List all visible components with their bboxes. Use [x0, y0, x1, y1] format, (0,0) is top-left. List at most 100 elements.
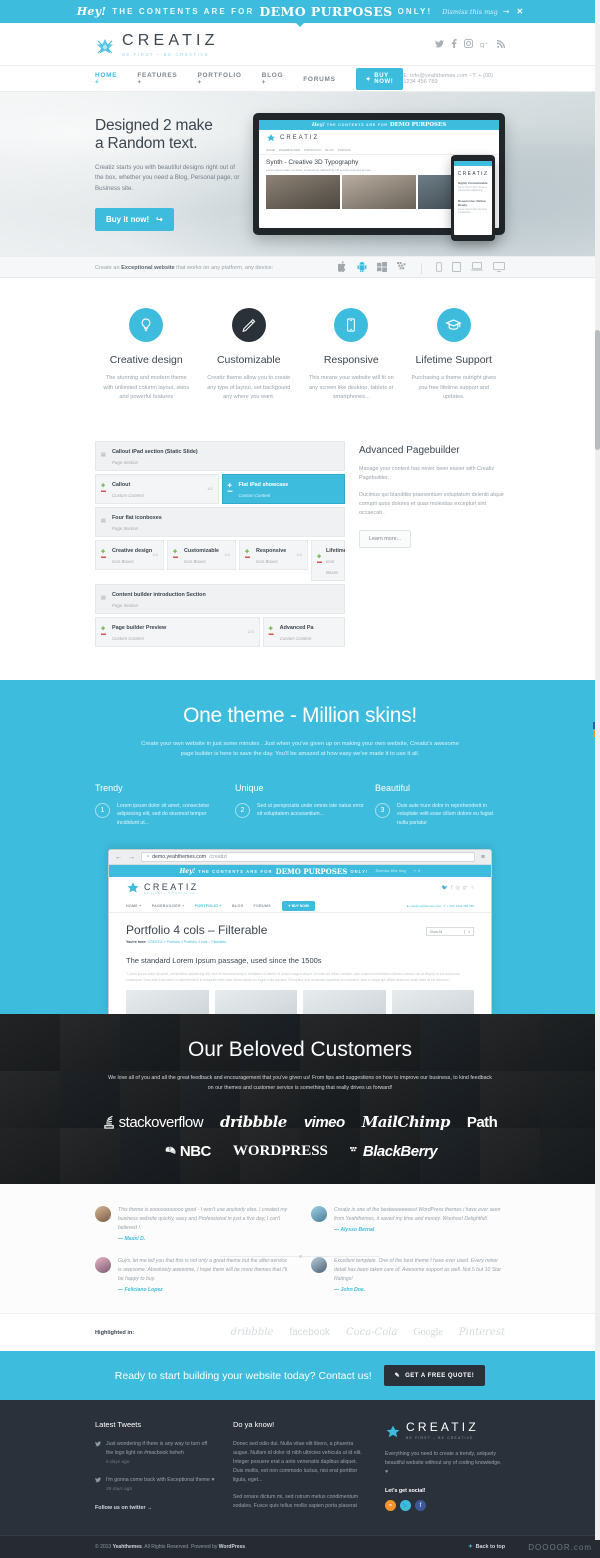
url-domain: demo.yeahthemes.com — [152, 854, 206, 860]
rss-icon[interactable]: ≈ — [471, 885, 474, 891]
testimonial-text: Excellent template. One of the best them… — [334, 1257, 505, 1284]
mock-nav-portfolio[interactable]: PORTFOLIO + — [190, 904, 227, 908]
site-logo[interactable]: CREATIZ BE FIRST – BE CREATIVE — [95, 33, 219, 57]
facebook-glyph: f — [420, 1503, 422, 1509]
skins-section: One theme - Million skins! Create your o… — [0, 680, 600, 1015]
pagebuilder-row[interactable]: ✚▬ Page builder PreviewCustom Content 2/… — [95, 617, 260, 647]
apple-icon — [338, 261, 347, 275]
hl-brand-facebook: facebook — [289, 1327, 330, 1338]
copyright-brand[interactable]: Yeahthemes — [113, 1544, 142, 1550]
mock-breadcrumb-path[interactable]: CREATIZ » Portfolio » Portfolio 4 cols –… — [148, 940, 227, 944]
highlighted-in-section: Highlighted in: dribbble facebook Coca-C… — [0, 1313, 600, 1351]
facebook-icon[interactable]: f — [451, 885, 452, 891]
ipad-header: CREATIZ — [259, 130, 499, 146]
mock-nav-blog[interactable]: BLOG — [227, 904, 249, 908]
mock-thumb[interactable] — [126, 990, 209, 1014]
mock-thumb[interactable] — [392, 990, 475, 1014]
facebook-icon[interactable] — [451, 39, 457, 50]
learn-more-button[interactable]: Learn more... — [359, 530, 411, 548]
browser-url-bar[interactable]: ◔ demo.yeahthemes.com/creatiz/ — [141, 852, 475, 862]
instagram-icon[interactable] — [464, 39, 473, 50]
testimonial-author[interactable]: — Maxxi D. — [118, 1236, 289, 1242]
hero-buy-button[interactable]: Buy it now! ↪ — [95, 208, 174, 231]
back-to-top-link[interactable]: ✦ Back to top — [468, 1544, 505, 1550]
testimonial-row: This theme is sooooooooooo good - I won'… — [95, 1206, 505, 1242]
ipad-thumb — [342, 175, 416, 209]
get-quote-button[interactable]: ✎ GET A FREE QUOTE! — [384, 1365, 486, 1386]
nav-item-forums[interactable]: FORUMS — [293, 76, 345, 83]
page-scrollbar-track[interactable] — [595, 0, 600, 1540]
pagebuilder-row[interactable]: ▤ Content builder introduction SectionPa… — [95, 584, 345, 614]
page-scrollbar-thumb[interactable] — [595, 330, 600, 450]
feature-title: Responsive — [307, 354, 396, 366]
google-plus-icon[interactable]: g⁺ — [480, 40, 490, 50]
brand-name: CREATIZ — [122, 33, 219, 49]
follow-twitter-link[interactable]: Follow us on twitter → — [95, 1505, 215, 1511]
pagebuilder-row-active[interactable]: ✚▬ Flat iPad showcaseCustom Content — [222, 474, 346, 504]
facebook-icon[interactable]: f — [415, 1500, 426, 1511]
testimonial-item: Creatiz is one of the besteeeeeeeest Wor… — [311, 1206, 505, 1242]
testimonial-author[interactable]: — John Doe. — [334, 1287, 505, 1293]
pagebuilder-row[interactable]: ✚▬ CalloutCustom Content 1/3 — [95, 474, 219, 504]
pagebuilder-row[interactable]: ▤ Four flat iconboxesPage Section — [95, 507, 345, 537]
customers-heading: Our Beloved Customers — [95, 1038, 505, 1062]
hamburger-menu-icon[interactable]: ≡ — [481, 854, 485, 861]
pagebuilder-row[interactable]: ▤ Callout iPad section (Static Slide)Pag… — [95, 441, 345, 471]
hl-brand-cocacola: Coca-Cola — [346, 1327, 397, 1338]
hero-title-line1: Designed 2 make — [95, 117, 213, 134]
mock-filter-select[interactable]: Show All ▾ — [426, 927, 474, 936]
hero-copy: Designed 2 make a Random text. Creatiz s… — [95, 117, 245, 232]
move-icon: ▤ — [101, 596, 108, 601]
cta-text: Ready to start building your website tod… — [115, 1370, 372, 1382]
brand-mailchimp: MailChimp — [362, 1113, 450, 1131]
twitter-icon[interactable] — [435, 40, 444, 50]
add-remove-icon: ✚▬ — [101, 627, 108, 637]
mock-buy-now-button[interactable]: ✦ BUY NOW! — [282, 901, 315, 911]
copyright-wordpress[interactable]: WordPress — [219, 1544, 245, 1550]
dismiss-message-link[interactable]: Dismiss this msg — [442, 8, 498, 16]
footer-know-column: Do ya know! Donec sed odio dui. Nulla vi… — [233, 1420, 367, 1519]
google-plus-icon[interactable]: g⁺ — [463, 885, 468, 891]
nav-label-features: FEATURES — [137, 72, 177, 79]
ipad-demo-hey: Hey! — [312, 122, 325, 128]
pb-row-sub: Icon Boxes — [184, 559, 206, 564]
mock-thumb[interactable] — [215, 990, 298, 1014]
iphone-logo-text: CREATIZ — [454, 166, 492, 180]
rss-icon[interactable]: ≈ — [385, 1500, 396, 1511]
svg-text:g⁺: g⁺ — [480, 40, 488, 48]
testimonial-author[interactable]: — Alysso Bernal — [334, 1227, 505, 1233]
mock-nav-pagebuilder[interactable]: PAGEBUILDER + — [147, 904, 190, 908]
ipad-nav-forums: FORUMS — [338, 148, 351, 152]
nav-item-portfolio[interactable]: PORTFOLIO + — [187, 72, 251, 86]
mock-thumb[interactable] — [303, 990, 386, 1014]
pagebuilder-row[interactable]: ✚▬ ResponsiveIcon Boxes 1/4 — [239, 540, 308, 570]
feature-customizable: Customizable Creatiz theme allow you to … — [198, 308, 301, 403]
mock-nav-home[interactable]: HOME + — [126, 904, 147, 908]
tweet-text: Just wondering if there is any way to tu… — [106, 1440, 215, 1458]
footer-logo[interactable]: CREATIZ BE FIRST – BE CREATIVE — [385, 1420, 505, 1440]
browser-back-icon[interactable]: ← — [115, 854, 122, 861]
close-icon[interactable]: ✕ — [516, 7, 523, 16]
skins-col-text: Lorem ipsum dolor sit amet, consectetur … — [117, 802, 225, 828]
brand-vimeo: vimeo — [304, 1114, 345, 1131]
nav-item-blog[interactable]: BLOG + — [252, 72, 294, 86]
nav-item-home[interactable]: HOME + — [95, 72, 127, 86]
twitter-icon[interactable]: 🐦 — [442, 885, 448, 891]
mock-demo-dismiss[interactable]: Dismiss this msg — [375, 869, 406, 873]
twitter-icon[interactable]: 🐦 — [400, 1500, 411, 1511]
testimonial-author[interactable]: — Feliciano Lopez — [118, 1287, 289, 1293]
nav-item-features[interactable]: FEATURES + — [127, 72, 187, 86]
pagebuilder-row[interactable]: ✚▬ Creative designIcon Boxes 1/4 — [95, 540, 164, 570]
testimonial-item: Excellent template. One of the best them… — [311, 1257, 505, 1293]
chevron-portfolio-icon: + — [197, 79, 202, 86]
browser-forward-icon[interactable]: → — [128, 854, 135, 861]
instagram-icon[interactable]: ◎ — [455, 885, 459, 891]
pagebuilder-row[interactable]: ✚▬ LifetimeIcon Boxes — [311, 540, 345, 581]
rss-icon[interactable] — [497, 40, 505, 50]
pagebuilder-row[interactable]: ✚▬ Advanced PaCustom Content — [263, 617, 345, 647]
pagebuilder-row[interactable]: ✚▬ CustomizableIcon Boxes 1/4 — [167, 540, 236, 570]
mock-nav-forums[interactable]: FORUMS — [249, 904, 276, 908]
feature-creative-design: Creative design The stunning and modern … — [95, 308, 198, 403]
buy-now-button[interactable]: ✦ BUY NOW! — [356, 68, 404, 90]
iphone-screen: CREATIZ Highly Customizable Lorem ipsum … — [454, 161, 492, 235]
